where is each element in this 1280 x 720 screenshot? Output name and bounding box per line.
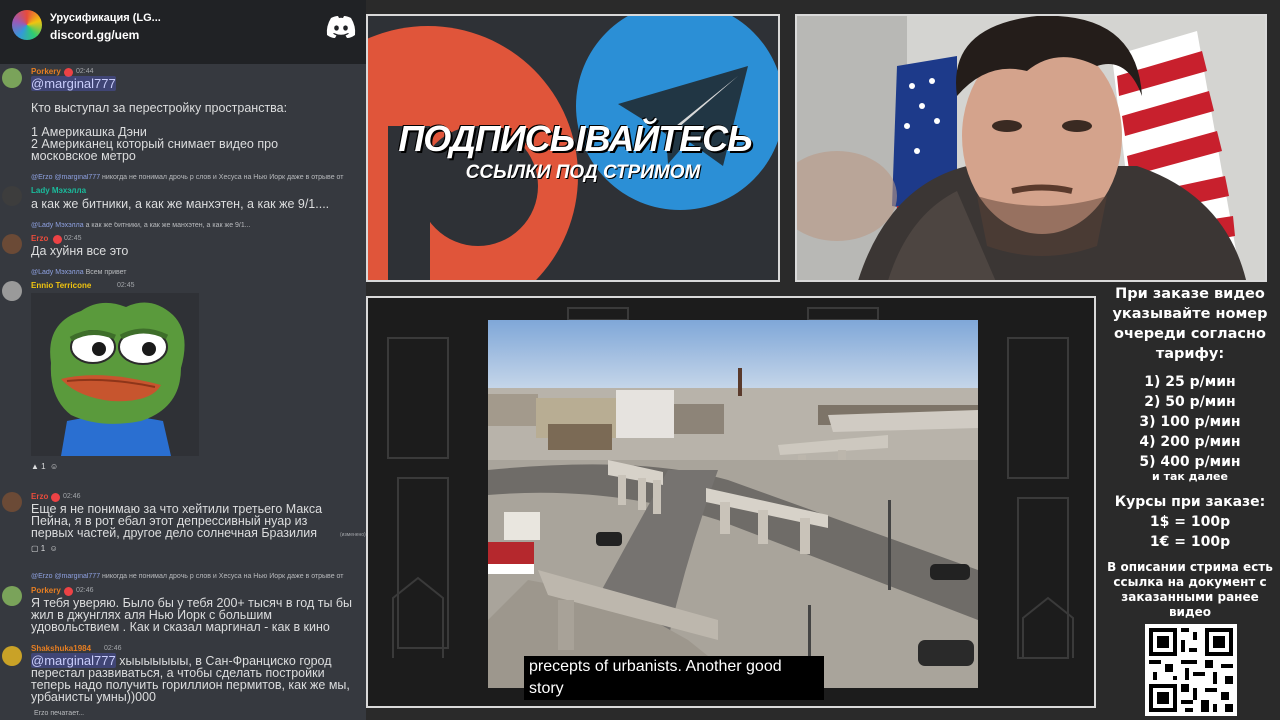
message-text: Да хуйня все это bbox=[31, 244, 129, 258]
reply-text: никогда не понимал дрочь р слов и Хесуса… bbox=[102, 573, 344, 580]
reply-username: @Erzo bbox=[31, 174, 53, 181]
reply-username: @Lady Мэхэлла bbox=[31, 269, 84, 276]
reaction[interactable]: ▲ 1 ☺ bbox=[31, 462, 58, 471]
stream-overlay: Урусификация (LG... discord.gg/uem Porke… bbox=[0, 0, 1280, 720]
reply-mention: @marginal777 bbox=[54, 174, 101, 181]
message-mention-line: @marginal777 bbox=[31, 76, 361, 91]
message-text: Еще я не понимаю за что хейтили третьего… bbox=[31, 502, 323, 540]
rate-item: 3) 100 р/мин bbox=[1139, 414, 1241, 430]
rate-item: 5) 400 р/мин bbox=[1139, 454, 1241, 470]
video-player[interactable] bbox=[488, 320, 978, 688]
rate-item: 1) 25 р/мин bbox=[1144, 374, 1236, 390]
avatar[interactable] bbox=[2, 281, 22, 301]
username[interactable]: Shakshuka1984 bbox=[31, 644, 91, 653]
reaction-count: 1 bbox=[40, 544, 46, 553]
typing-indicator: Erzo печатает... bbox=[34, 710, 85, 717]
reply-username: @Erzo bbox=[31, 573, 53, 580]
webcam-feed bbox=[795, 14, 1267, 282]
server-icon[interactable] bbox=[12, 10, 42, 40]
rate-item: 4) 200 р/мин bbox=[1139, 434, 1241, 450]
discord-logo-icon bbox=[326, 16, 356, 38]
chat-message: @Erzo @marginal777 никогда не понимал др… bbox=[0, 172, 366, 216]
server-name: Урусификация (LG... bbox=[50, 12, 161, 24]
usd-rate: 1$ = 100р bbox=[1149, 514, 1231, 530]
courses-title: Курсы при заказе: bbox=[1114, 494, 1266, 510]
message-text: Я тебя уверяю. Было бы у тебя 200+ тысяч… bbox=[31, 596, 353, 634]
chat-message: Erzo 02:46 Еще я не понимаю за что хейти… bbox=[0, 490, 366, 560]
message-line: московское метро bbox=[31, 149, 136, 163]
reply-mention: @marginal777 bbox=[54, 573, 101, 580]
video-subtitle: precepts of urbanists. Another good stor… bbox=[524, 656, 824, 700]
avatar[interactable] bbox=[2, 492, 22, 512]
avatar[interactable] bbox=[2, 234, 22, 254]
eur-rate: 1€ = 100р bbox=[1149, 534, 1231, 550]
video-frame-image bbox=[488, 320, 978, 688]
pepe-sticker-image[interactable] bbox=[31, 293, 199, 456]
reply-preview[interactable]: @Lady Мэхэлла Всем привет bbox=[31, 269, 366, 276]
reply-text: Всем привет bbox=[85, 269, 127, 276]
username[interactable]: Erzo bbox=[31, 234, 48, 243]
rates-etc: и так далее bbox=[1152, 470, 1228, 483]
promo-title: ПОДПИСЫВАЙТЕСЬ bbox=[398, 118, 752, 159]
qr-code-image[interactable] bbox=[1145, 624, 1237, 716]
reply-preview[interactable]: @Erzo @marginal777 никогда не понимал др… bbox=[31, 573, 366, 580]
discord-chat-panel: Урусификация (LG... discord.gg/uem Porke… bbox=[0, 0, 366, 720]
reply-text: никогда не понимал дрочь р слов и Хесуса… bbox=[102, 174, 344, 181]
avatar[interactable] bbox=[2, 586, 22, 606]
message-text: а как же битники, а как же манхэтен, а к… bbox=[31, 197, 330, 211]
reaction-count: 1 bbox=[41, 462, 46, 471]
timestamp: 02:45 bbox=[64, 235, 82, 242]
description-note: В описании стрима есть ссылка на докумен… bbox=[1107, 560, 1273, 619]
message-line: Кто выступал за перестройку пространства… bbox=[31, 101, 288, 115]
chat-message: @Lady Мэхэлла а как же битники, а как же… bbox=[0, 220, 366, 262]
webcam-image bbox=[797, 16, 1265, 280]
role-badge-icon bbox=[53, 235, 62, 244]
timestamp: 02:45 bbox=[117, 282, 135, 289]
order-instructions: При заказе видео указывайте номер очеред… bbox=[1112, 286, 1268, 362]
avatar[interactable] bbox=[2, 186, 22, 206]
username[interactable]: Lady Мэхэлла bbox=[31, 186, 86, 195]
timestamp: 02:46 bbox=[76, 587, 94, 594]
server-invite-link[interactable]: discord.gg/uem bbox=[50, 28, 139, 42]
rate-item: 2) 50 р/мин bbox=[1144, 394, 1236, 410]
role-badge-icon bbox=[51, 493, 60, 502]
user-mention[interactable]: @marginal777 bbox=[31, 76, 116, 91]
reply-username: @Lady Мэхэлла bbox=[31, 222, 84, 229]
chat-message: @Erzo @marginal777 никогда не понимал др… bbox=[0, 572, 366, 638]
promo-subtitle: ССЫЛКИ ПОД СТРИМОМ bbox=[465, 162, 701, 183]
timestamp: 02:44 bbox=[76, 68, 94, 75]
edited-label: (изменено) bbox=[340, 532, 366, 538]
promo-banner: ПОДПИСЫВАЙТЕСЬ ССЫЛКИ ПОД СТРИМОМ bbox=[366, 14, 780, 282]
username[interactable]: Porkery bbox=[31, 586, 61, 595]
reaction[interactable]: ▢ 1 ☺ bbox=[31, 544, 58, 553]
reply-preview[interactable]: @Erzo @marginal777 никогда не понимал др… bbox=[31, 174, 366, 181]
avatar[interactable] bbox=[2, 646, 22, 666]
avatar[interactable] bbox=[2, 68, 22, 88]
message-text: @marginal777 хыыыыыыы, в Сан-Франциско г… bbox=[31, 653, 361, 703]
username[interactable]: Erzo bbox=[31, 492, 48, 501]
username[interactable]: Porkery bbox=[31, 67, 61, 76]
discord-header: Урусификация (LG... discord.gg/uem bbox=[0, 0, 366, 64]
reply-preview[interactable]: @Lady Мэхэлла а как же битники, а как же… bbox=[31, 222, 366, 229]
timestamp: 02:46 bbox=[104, 645, 122, 652]
chat-message: Shakshuka1984 02:46 @marginal777 хыыыыыы… bbox=[0, 642, 366, 708]
reply-text: а как же битники, а как же манхэтен, а к… bbox=[85, 222, 251, 229]
username[interactable]: Ennio Terricone bbox=[31, 281, 91, 290]
timestamp: 02:46 bbox=[63, 493, 81, 500]
video-frame: precepts of urbanists. Another good stor… bbox=[366, 296, 1096, 708]
chat-message: Porkery 02:44 @marginal777 Кто выступал … bbox=[0, 64, 366, 164]
role-badge-icon bbox=[64, 587, 73, 596]
